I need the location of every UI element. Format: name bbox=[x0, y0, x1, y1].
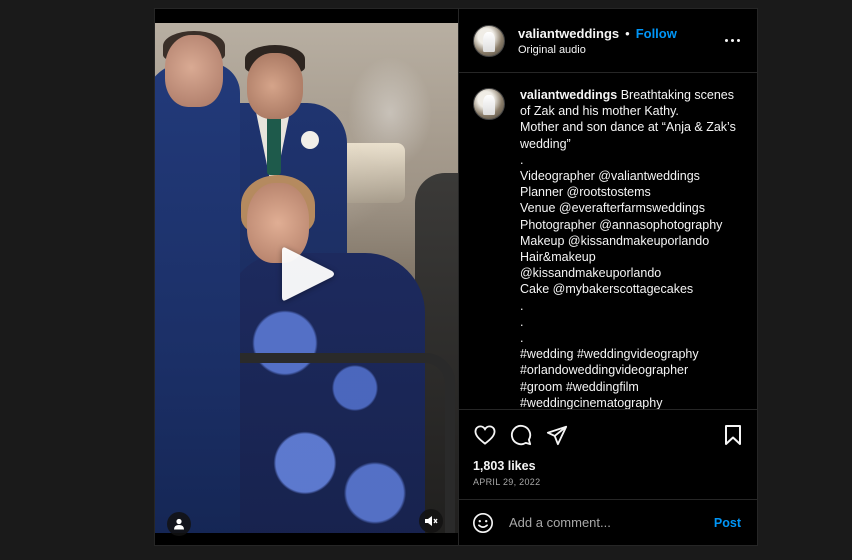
caption-line: Photographer @annasophotography bbox=[519, 217, 723, 232]
play-icon bbox=[282, 247, 334, 301]
tagged-users-button[interactable] bbox=[167, 512, 191, 536]
speaker-muted-icon bbox=[425, 516, 438, 526]
hashtag-line[interactable]: #orlandoweddingvideographer bbox=[520, 362, 740, 378]
post-header: valiantweddings • Follow Original audio bbox=[458, 9, 757, 73]
head bbox=[165, 35, 223, 107]
comment-icon bbox=[510, 424, 532, 445]
caption-line: Planner @rootstostems bbox=[519, 185, 651, 200]
header-text: valiantweddings • Follow Original audio bbox=[518, 26, 677, 56]
mute-button[interactable] bbox=[419, 509, 443, 533]
side-panel: valiantweddings • Follow Original audio … bbox=[457, 9, 757, 545]
avatar[interactable] bbox=[472, 88, 505, 120]
comment-button[interactable] bbox=[509, 423, 533, 447]
like-button[interactable] bbox=[473, 423, 497, 447]
bookmark-icon bbox=[725, 425, 741, 445]
action-bar bbox=[458, 409, 757, 459]
caption-line: . bbox=[519, 298, 524, 313]
comment-input[interactable] bbox=[506, 514, 714, 531]
more-horizontal-icon bbox=[730, 38, 734, 42]
groom bbox=[155, 63, 240, 533]
caption-line: @kissandmakeuporlando bbox=[519, 266, 662, 281]
caption-line: Mother and son dance at “Anja & Zak’s we… bbox=[519, 120, 740, 151]
caption-line: Makeup @kissandmakeuporlando bbox=[519, 233, 710, 248]
username-link[interactable]: valiantweddings bbox=[518, 26, 619, 41]
share-button[interactable] bbox=[545, 423, 569, 447]
wheelchair bbox=[205, 353, 455, 533]
head bbox=[247, 53, 303, 119]
caption-line: Cake @mybakerscottagecakes bbox=[519, 282, 694, 297]
more-horizontal-icon bbox=[736, 38, 740, 42]
more-horizontal-icon bbox=[724, 38, 728, 42]
play-button[interactable] bbox=[279, 244, 337, 304]
comment-bar: Post bbox=[458, 499, 757, 545]
hashtag-line[interactable]: #weddingcinematography bbox=[520, 395, 740, 409]
more-options-button[interactable] bbox=[723, 31, 741, 49]
user-icon bbox=[174, 518, 184, 530]
caption-line: Hair&makeup bbox=[519, 250, 596, 265]
media-container bbox=[155, 9, 458, 545]
likes-block: 1,803 likes APRIL 29, 2022 bbox=[459, 459, 757, 499]
hashtag-line[interactable]: #wedding #weddingvideography bbox=[520, 346, 740, 362]
paper-plane-icon bbox=[546, 425, 568, 445]
caption-text: valiantweddings Breathtaking scenes of Z… bbox=[520, 87, 740, 409]
post-date[interactable]: APRIL 29, 2022 bbox=[473, 477, 743, 487]
likes-count[interactable]: 1,803 likes bbox=[473, 459, 743, 473]
emoji-button[interactable] bbox=[471, 511, 495, 535]
smiley-icon bbox=[472, 512, 493, 533]
audio-link[interactable]: Original audio bbox=[518, 44, 677, 56]
save-button[interactable] bbox=[721, 423, 745, 447]
caption-line: . bbox=[519, 152, 524, 167]
tie bbox=[267, 115, 281, 175]
separator-dot: • bbox=[625, 25, 630, 41]
post-dialog: valiantweddings • Follow Original audio … bbox=[154, 8, 758, 546]
caption-line: . bbox=[519, 331, 524, 346]
heart-icon bbox=[474, 424, 496, 445]
caption-line: . bbox=[519, 314, 524, 329]
boutonniere bbox=[301, 131, 319, 149]
post-comment-button[interactable]: Post bbox=[714, 516, 741, 530]
header-line: valiantweddings • Follow bbox=[518, 26, 677, 41]
caption-line: Venue @everafterfarmsweddings bbox=[519, 201, 705, 216]
caption-area: valiantweddings Breathtaking scenes of Z… bbox=[459, 73, 757, 409]
follow-button[interactable]: Follow bbox=[636, 26, 677, 41]
avatar[interactable] bbox=[472, 24, 505, 57]
caption-username-link[interactable]: valiantweddings bbox=[520, 88, 617, 102]
hashtag-line[interactable]: #groom #weddingfilm bbox=[520, 379, 740, 395]
caption-line: Videographer @valiantweddings bbox=[519, 169, 700, 184]
